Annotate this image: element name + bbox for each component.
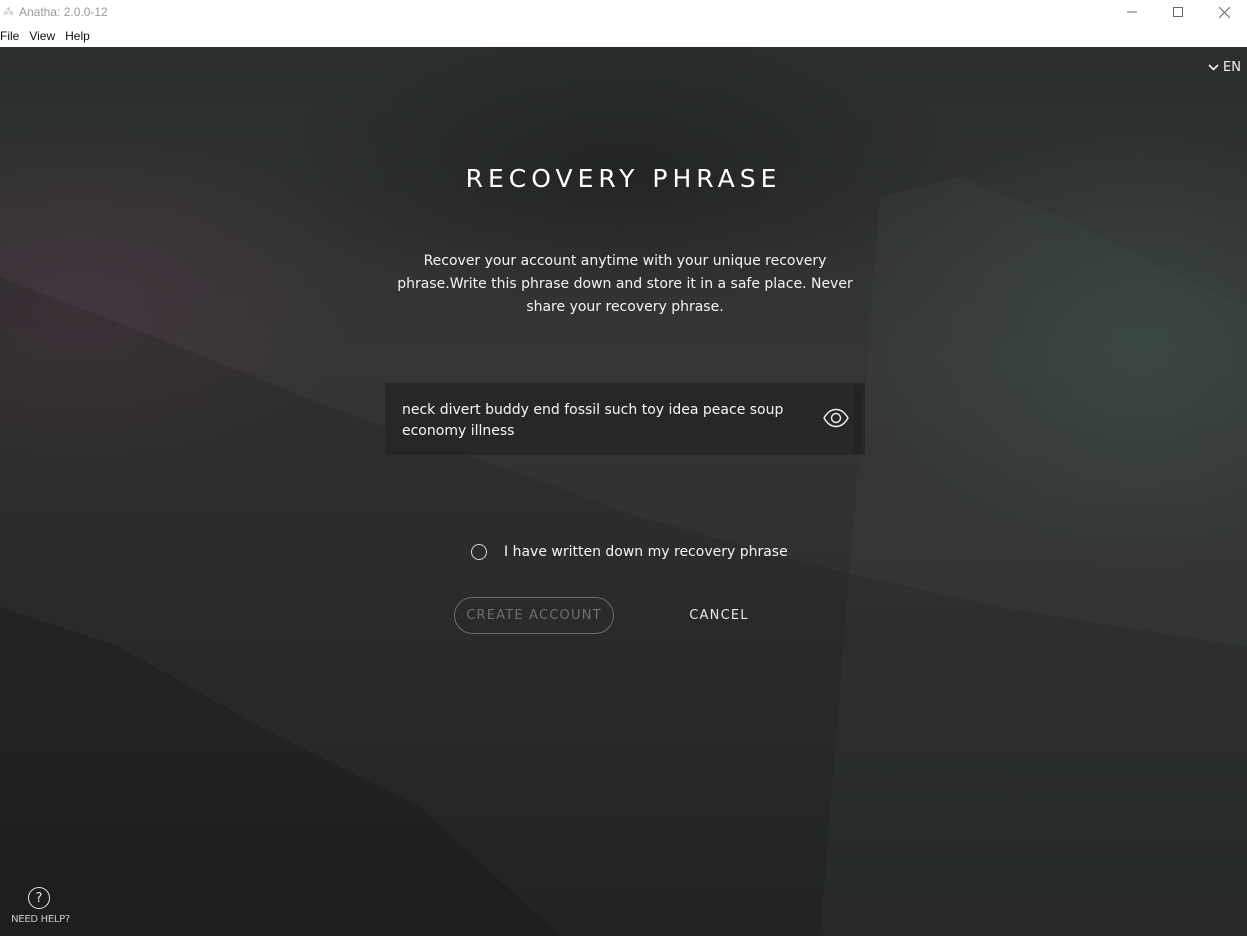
confirmation-checkbox-row[interactable]: I have written down my recovery phrase (471, 544, 788, 560)
create-account-button[interactable]: CREATE ACCOUNT (454, 597, 614, 634)
need-help-link[interactable]: ? NEED HELP? (8, 887, 78, 925)
window-title: Anatha: 2.0.0-12 (19, 5, 108, 19)
close-button[interactable] (1201, 0, 1247, 24)
cancel-button[interactable]: CANCEL (664, 597, 774, 634)
page-description: Recover your account anytime with your u… (397, 253, 853, 315)
menu-help[interactable]: Help (65, 29, 95, 43)
confirmation-label: I have written down my recovery phrase (504, 544, 788, 560)
page-title: RECOVERY PHRASE (465, 163, 782, 193)
question-circle-icon: ? (28, 887, 50, 909)
language-label: EN (1223, 60, 1241, 75)
confirmation-checkbox[interactable] (471, 544, 487, 560)
recovery-phrase-screen: EN RECOVERY PHRASE Recover your account … (0, 47, 1247, 936)
window-titlebar: ⁂ Anatha: 2.0.0-12 (0, 0, 1247, 24)
need-help-label: NEED HELP? (11, 914, 70, 925)
chevron-down-icon (1208, 64, 1219, 71)
minimize-button[interactable] (1109, 0, 1155, 24)
recovery-phrase-text: neck divert buddy end fossil such toy id… (402, 402, 784, 439)
app-logo-icon: ⁂ (3, 5, 14, 18)
recovery-phrase-field[interactable]: neck divert buddy end fossil such toy id… (385, 383, 865, 455)
window-controls (1109, 0, 1247, 24)
menu-file[interactable]: File (0, 29, 24, 43)
language-selector[interactable]: EN (1208, 60, 1241, 75)
menu-view[interactable]: View (29, 29, 60, 43)
phrase-scrollbar[interactable] (854, 385, 863, 453)
maximize-button[interactable] (1155, 0, 1201, 24)
menubar: File View Help (0, 24, 1247, 47)
maximize-icon (1173, 7, 1183, 17)
close-icon (1218, 6, 1230, 18)
eye-icon[interactable] (823, 408, 849, 428)
minimize-icon (1127, 11, 1137, 13)
